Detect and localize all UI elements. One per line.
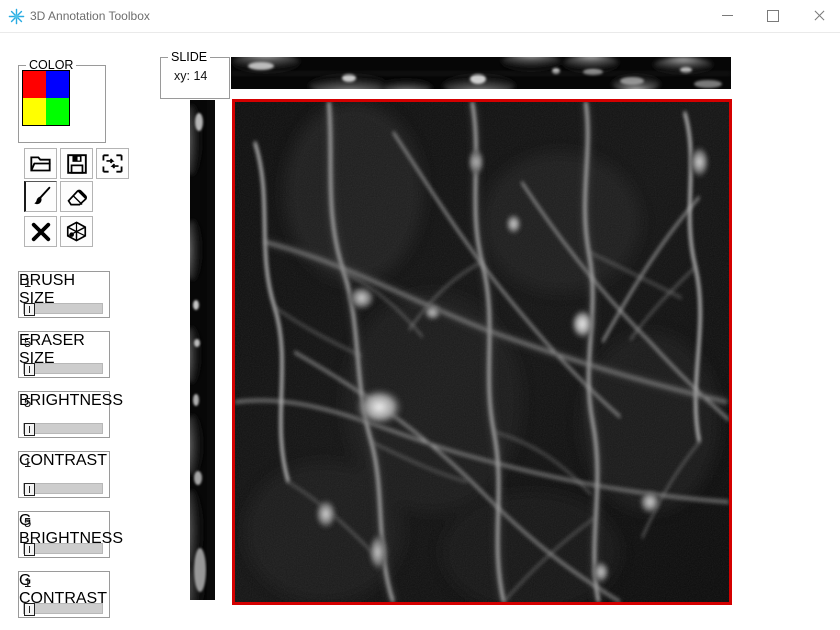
g-contrast-value: 1 — [24, 575, 32, 590]
title-bar: 3D Annotation Toolbox — [0, 0, 840, 33]
color-swatch-green[interactable] — [46, 98, 69, 125]
brightness-value: 5 — [24, 395, 32, 410]
brush-tool-button[interactable] — [24, 181, 57, 212]
brightness-group: BRIGHTNESS 5 — [18, 391, 123, 438]
brush-size-value: 1 — [24, 275, 32, 290]
eraser-tool-button[interactable] — [60, 181, 93, 212]
contrast-legend: CONTRAST — [19, 452, 107, 469]
close-button[interactable] — [796, 0, 840, 31]
slider-thumb[interactable] — [24, 543, 35, 556]
minimize-button[interactable] — [704, 0, 750, 31]
slider-thumb[interactable] — [24, 363, 35, 376]
slide-index-value: xy: 14 — [174, 69, 208, 83]
snowflake-icon — [8, 8, 25, 25]
color-swatch-blue[interactable] — [46, 71, 69, 98]
slide-group: SLIDE xy: 14 — [160, 50, 230, 99]
color-group: COLOR — [18, 58, 106, 143]
yz-cross-section-view[interactable] — [190, 100, 215, 600]
app-window: 3D Annotation Toolbox COLOR BRUSH SIZE 1… — [0, 0, 840, 630]
eraser-icon — [66, 189, 87, 205]
eraser-size-slider[interactable] — [23, 363, 103, 376]
paintbrush-icon — [33, 186, 50, 205]
xz-image — [231, 57, 731, 89]
fit-resize-icon — [102, 154, 123, 173]
clear-annotation-button[interactable] — [24, 216, 57, 247]
xy-main-slice-view[interactable] — [232, 99, 732, 605]
color-swatch-red[interactable] — [23, 71, 46, 98]
eraser-size-value: 5 — [24, 335, 32, 350]
slider-thumb[interactable] — [24, 303, 35, 316]
fit-resize-button[interactable] — [96, 148, 129, 179]
contrast-value: 1 — [24, 455, 32, 470]
color-swatch-yellow[interactable] — [23, 98, 46, 125]
floppy-save-icon — [66, 153, 87, 174]
g-brightness-value: 5 — [24, 515, 32, 530]
view-3d-button[interactable] — [60, 216, 93, 247]
color-swatch-grid — [22, 70, 70, 126]
xz-cross-section-view[interactable] — [231, 57, 731, 89]
brightness-legend: BRIGHTNESS — [19, 392, 124, 409]
close-icon — [813, 10, 825, 22]
contrast-group: CONTRAST 1 — [18, 451, 110, 498]
g-brightness-slider[interactable] — [23, 543, 103, 556]
g-brightness-group: G BRIGHTNESS 5 — [18, 511, 123, 558]
slider-thumb[interactable] — [24, 483, 35, 496]
cube-3d-icon — [66, 221, 87, 242]
minimize-icon — [721, 15, 733, 16]
brush-size-group: BRUSH SIZE 1 — [18, 271, 110, 318]
save-file-button[interactable] — [60, 148, 93, 179]
brush-size-slider[interactable] — [23, 303, 103, 316]
g-contrast-slider[interactable] — [23, 603, 103, 616]
contrast-slider[interactable] — [23, 483, 103, 496]
maximize-icon — [767, 9, 779, 22]
g-brightness-legend: G BRIGHTNESS — [19, 512, 124, 547]
window-title: 3D Annotation Toolbox — [30, 9, 150, 23]
g-contrast-legend: G CONTRAST — [19, 572, 107, 607]
brightness-slider[interactable] — [23, 423, 103, 436]
folder-open-icon — [30, 156, 51, 172]
g-contrast-group: G CONTRAST 1 — [18, 571, 110, 618]
open-file-button[interactable] — [24, 148, 57, 179]
slider-thumb[interactable] — [24, 423, 35, 436]
yz-image — [190, 100, 215, 600]
slide-group-legend: SLIDE — [168, 50, 211, 64]
slider-thumb[interactable] — [24, 603, 35, 616]
x-cross-icon — [31, 222, 50, 241]
maximize-button[interactable] — [750, 0, 796, 31]
eraser-size-group: ERASER SIZE 5 — [18, 331, 110, 378]
xy-image — [235, 102, 729, 602]
